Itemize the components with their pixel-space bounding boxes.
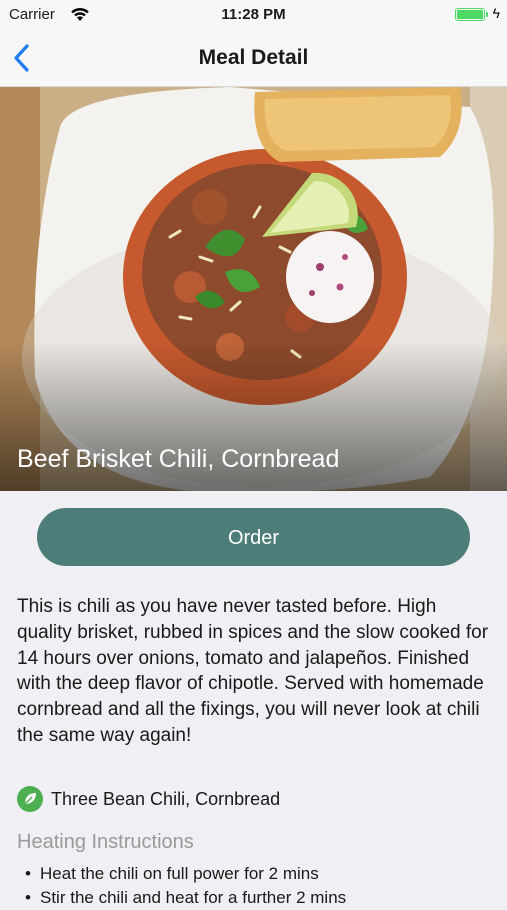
navigation-bar: Meal Detail: [0, 30, 507, 87]
heating-instructions-title: Heating Instructions: [17, 831, 194, 853]
list-item: • Heat the chili on full power for 2 mins: [17, 862, 346, 886]
page-title: Meal Detail: [198, 46, 309, 69]
battery-cap: [486, 12, 488, 17]
order-button[interactable]: Order: [37, 508, 470, 566]
charging-icon: ϟ: [492, 5, 500, 21]
meal-tag-label: Three Bean Chili, Cornbread: [51, 788, 281, 809]
battery-icon: [455, 8, 485, 21]
meal-description: This is chili as you have never tasted b…: [17, 596, 489, 746]
status-time: 11:28 PM: [221, 6, 286, 23]
meal-tag: Three Bean Chili, Cornbread: [17, 786, 280, 812]
instruction-text: Heat the chili on full power for 2 mins: [40, 864, 319, 883]
status-bar: Carrier 11:28 PM ϟ: [0, 0, 507, 30]
list-item: • Stir the chili and heat for a further 2…: [17, 886, 346, 910]
meal-photo: Beef Brisket Chili, Cornbread: [0, 87, 507, 491]
heating-instructions-list: • Heat the chili on full power for 2 mins…: [17, 862, 346, 910]
leaf-icon: [17, 786, 43, 812]
instruction-text: Stir the chili and heat for a further 2 …: [40, 888, 347, 907]
meal-name: Beef Brisket Chili, Cornbread: [17, 445, 340, 473]
